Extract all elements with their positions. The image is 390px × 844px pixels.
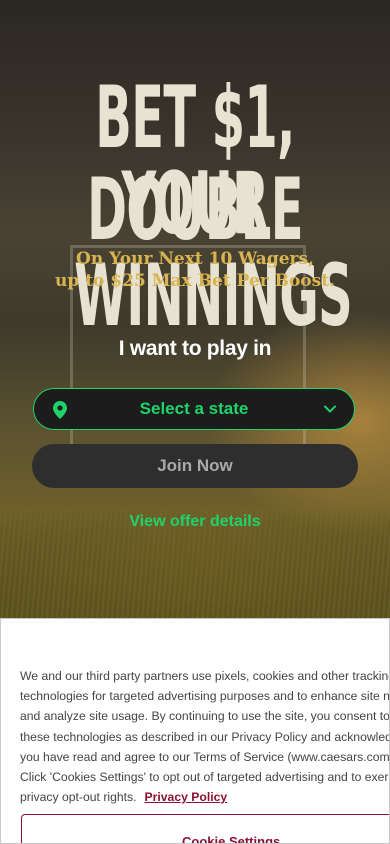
join-now-button[interactable]: Join Now [32, 444, 358, 488]
cookie-text-line: technologies for targeted advertising pu… [20, 689, 390, 704]
cookie-text-line: and analyze site usage. By continuing to… [20, 709, 390, 724]
cookie-text-line: these technologies as described in our P… [20, 729, 390, 744]
cookie-text-line: We and our third party partners use pixe… [20, 669, 390, 683]
view-offer-details-link[interactable]: View offer details [0, 513, 390, 531]
chevron-down-icon [324, 405, 336, 413]
subheadline-line-1: On Your Next 10 Wagers, [76, 249, 314, 269]
state-select[interactable]: Select a state [33, 388, 355, 430]
cookie-settings-button[interactable]: Cookie Settings [21, 814, 389, 844]
subheadline-line-2: up to $25 Max Bet Per Boost. [55, 271, 335, 291]
cookie-settings-label: Cookie Settings [182, 834, 281, 844]
location-pin-icon [53, 401, 67, 419]
state-select-label: Select a state [139, 399, 249, 418]
hero-section: BET $1, DOUBLE YOUR WINNINGS On Your Nex… [0, 0, 390, 620]
privacy-policy-link[interactable]: Privacy Policy [145, 790, 228, 804]
cookie-banner: We and our third party partners use pixe… [0, 618, 390, 844]
cookie-text-line: you have read and agree to our Terms of … [20, 749, 390, 764]
cookie-text-last-line: privacy opt-out rights. Privacy Policy [20, 787, 389, 807]
cookie-text-line: privacy opt-out rights. [20, 790, 137, 805]
play-prompt: I want to play in [118, 337, 272, 360]
cookie-notice-text: We and our third party partners use pixe… [20, 666, 390, 807]
cookie-text-line: Click 'Cookies Settings' to opt out of t… [20, 769, 390, 784]
